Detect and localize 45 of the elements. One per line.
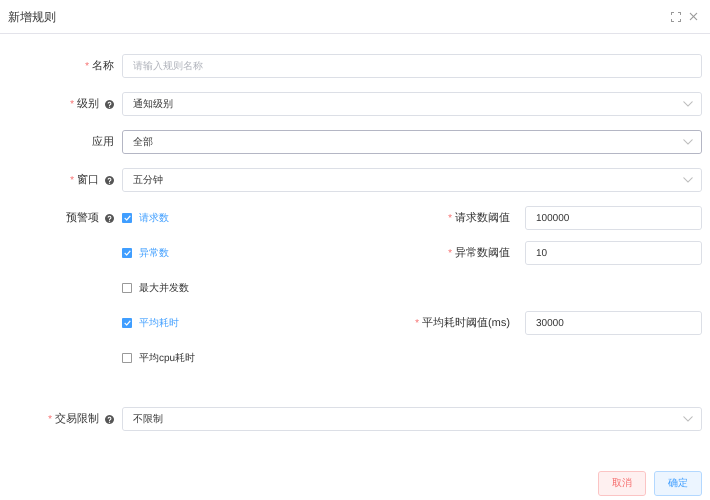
checkbox[interactable]: [122, 283, 132, 293]
help-icon: [105, 414, 114, 424]
close-icon[interactable]: [689, 12, 698, 21]
threshold-field[interactable]: 100000: [525, 206, 702, 230]
required-mark: *: [70, 98, 74, 112]
checkbox-label: 最大并发数: [139, 282, 189, 296]
checkbox[interactable]: [122, 353, 132, 363]
checkbox-label: 平均耗时: [139, 316, 179, 330]
field-label: 级别: [77, 96, 99, 112]
field-label: 平均耗时阈值(ms): [422, 316, 510, 331]
field-label: 应用: [92, 134, 114, 150]
required-mark: *: [448, 246, 452, 260]
checkbox[interactable]: [122, 318, 132, 328]
fullscreen-icon[interactable]: [671, 12, 681, 22]
field-label: 请求数阈值: [455, 210, 510, 226]
checkbox[interactable]: [122, 213, 132, 223]
select-field[interactable]: 五分钟: [122, 168, 702, 192]
threshold-field[interactable]: 30000: [525, 311, 702, 335]
required-mark: *: [85, 60, 89, 74]
field-label: 名称: [92, 58, 114, 74]
help-icon: [105, 176, 114, 184]
select-field[interactable]: 通知级别: [122, 92, 702, 116]
threshold-field[interactable]: 10: [525, 241, 702, 265]
dialog-title: 新增规则: [8, 8, 56, 26]
select-field[interactable]: 不限制: [122, 407, 702, 431]
field-label: 预警项: [66, 210, 99, 226]
required-mark: *: [70, 174, 74, 188]
help-icon: [105, 214, 114, 222]
select-field[interactable]: 全部: [122, 130, 702, 154]
checkbox-label: 异常数: [139, 246, 169, 260]
field-label: 窗口: [77, 172, 99, 188]
required-mark: *: [448, 212, 452, 226]
checkbox-label: 平均cpu耗时: [139, 352, 196, 366]
checkbox-label: 请求数: [139, 212, 169, 226]
field-label: 异常数阈值: [455, 246, 510, 261]
field-label: 交易限制: [55, 412, 99, 427]
checkbox[interactable]: [122, 248, 132, 258]
required-mark: *: [48, 412, 52, 426]
caret-icon: [683, 416, 693, 422]
required-mark: *: [415, 316, 419, 330]
name-field[interactable]: 请输入规则名称: [122, 54, 702, 78]
help-icon: [105, 100, 114, 108]
caret-icon: [683, 177, 693, 183]
caret-icon: [683, 139, 693, 145]
caret-icon: [683, 101, 693, 107]
